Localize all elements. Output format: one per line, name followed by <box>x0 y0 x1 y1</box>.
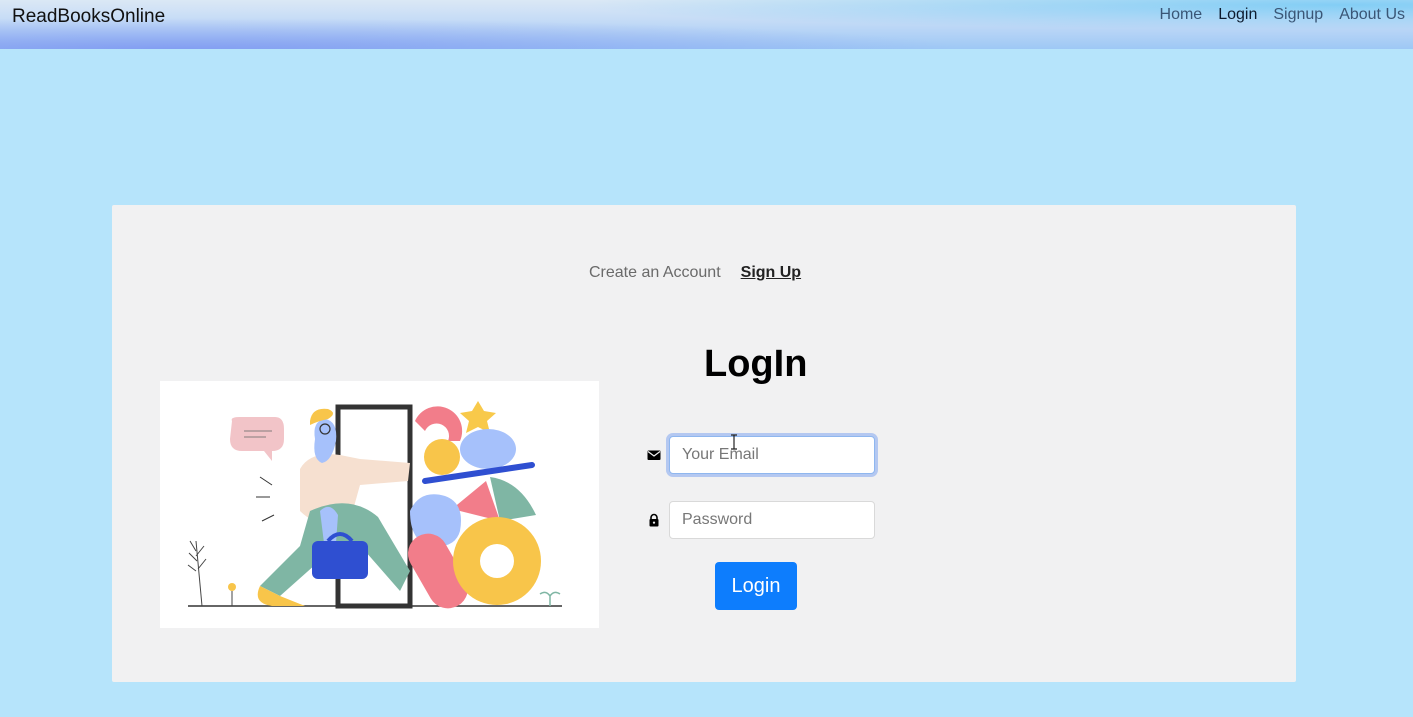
nav-links: Home Login Signup About Us <box>1160 6 1413 24</box>
nav-link-login[interactable]: Login <box>1218 6 1257 24</box>
envelope-icon <box>647 450 661 460</box>
create-account-text: Create an Account <box>589 264 721 281</box>
login-button[interactable]: Login <box>715 562 797 610</box>
password-input[interactable] <box>669 501 875 539</box>
signup-prompt: Create an Account Sign Up <box>589 264 801 282</box>
email-row <box>647 436 875 474</box>
email-input[interactable] <box>669 436 875 474</box>
person-opening-door-illustration <box>187 401 562 609</box>
sign-up-link[interactable]: Sign Up <box>741 264 801 282</box>
brand-logo[interactable]: ReadBooksOnline <box>12 6 165 28</box>
navbar: ReadBooksOnline Home Login Signup About … <box>0 0 1413 49</box>
login-illustration <box>160 381 599 628</box>
login-title: LogIn <box>704 343 808 385</box>
text-cursor-icon <box>731 434 737 450</box>
nav-link-home[interactable]: Home <box>1160 6 1203 24</box>
lock-icon <box>649 513 659 527</box>
nav-link-signup[interactable]: Signup <box>1273 6 1323 24</box>
password-row <box>647 501 875 539</box>
nav-link-about-us[interactable]: About Us <box>1339 6 1405 24</box>
login-card: Create an Account Sign Up LogIn Your Ema… <box>112 205 1296 682</box>
